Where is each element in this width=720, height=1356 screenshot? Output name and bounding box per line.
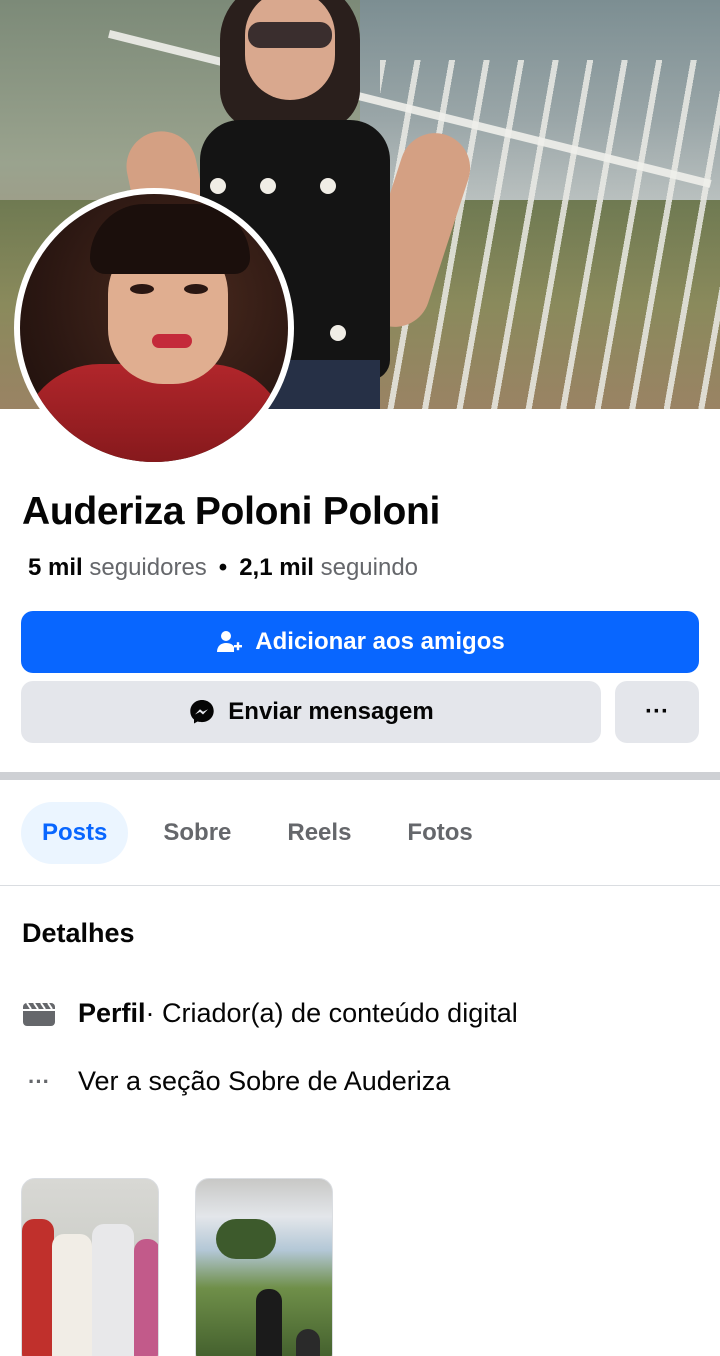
tab-about[interactable]: Sobre: [142, 802, 252, 864]
photo-figure: [296, 1329, 320, 1356]
photo-figure: [134, 1239, 158, 1356]
messenger-icon: [188, 698, 216, 726]
followers-count: 5 mil: [28, 554, 83, 581]
more-dots-icon: ···: [645, 698, 669, 725]
avatar-lips: [152, 334, 192, 348]
tab-photos[interactable]: Fotos: [386, 802, 493, 864]
see-about-link: Ver a seção Sobre de Auderiza: [78, 1066, 451, 1096]
see-about-row[interactable]: ··· Ver a seção Sobre de Auderiza: [22, 1066, 450, 1097]
polka-dot: [320, 178, 336, 194]
avatar-hair: [90, 204, 250, 274]
profile-category: · Criador(a) de conteúdo digital: [145, 998, 518, 1028]
follow-stats: 5 mil seguidores • 2,1 mil seguindo: [28, 554, 418, 582]
avatar-eye: [184, 284, 208, 294]
section-divider: [0, 772, 720, 780]
profile-picture[interactable]: [14, 188, 294, 468]
stats-separator: •: [218, 554, 228, 581]
polka-dot: [330, 325, 346, 341]
add-friend-icon: [215, 628, 243, 656]
cover-person-sunglasses: [248, 22, 332, 48]
photo-figure: [92, 1224, 134, 1356]
followers-link[interactable]: 5 mil seguidores: [28, 554, 207, 581]
photo-thumbnail[interactable]: [195, 1178, 333, 1356]
polka-dot: [260, 178, 276, 194]
details-title: Detalhes: [22, 918, 135, 948]
photo-figure: [52, 1234, 92, 1356]
photo-thumbnail[interactable]: [21, 1178, 159, 1356]
avatar-eye: [130, 284, 154, 294]
following-label: seguindo: [320, 554, 419, 581]
polka-dot: [210, 178, 226, 194]
send-message-label: Enviar mensagem: [228, 698, 434, 725]
tab-reels[interactable]: Reels: [266, 802, 372, 864]
photo-figure: [22, 1219, 54, 1356]
photo-tree: [216, 1219, 276, 1259]
following-count: 2,1 mil: [239, 554, 314, 581]
profile-type-label: Perfil: [78, 998, 146, 1028]
tabs-divider: [0, 885, 720, 886]
following-link[interactable]: 2,1 mil seguindo: [239, 554, 418, 581]
avatar: [20, 194, 288, 462]
add-friend-label: Adicionar aos amigos: [255, 628, 505, 655]
followers-label: seguidores: [89, 554, 207, 581]
profile-type-row: Perfil · Criador(a) de conteúdo digital: [22, 998, 518, 1029]
tab-posts[interactable]: Posts: [21, 802, 129, 864]
cover-person-face: [245, 0, 335, 100]
add-friend-button[interactable]: Adicionar aos amigos: [21, 611, 699, 673]
send-message-button[interactable]: Enviar mensagem: [21, 681, 601, 743]
photo-figure: [256, 1289, 282, 1356]
profile-name: Auderiza Poloni Poloni: [22, 490, 441, 533]
more-button[interactable]: ···: [615, 681, 699, 743]
clapperboard-icon: [22, 1001, 56, 1027]
ellipsis-icon: ···: [28, 1068, 50, 1094]
profile-tabs: Posts Sobre Reels Fotos: [21, 802, 508, 864]
